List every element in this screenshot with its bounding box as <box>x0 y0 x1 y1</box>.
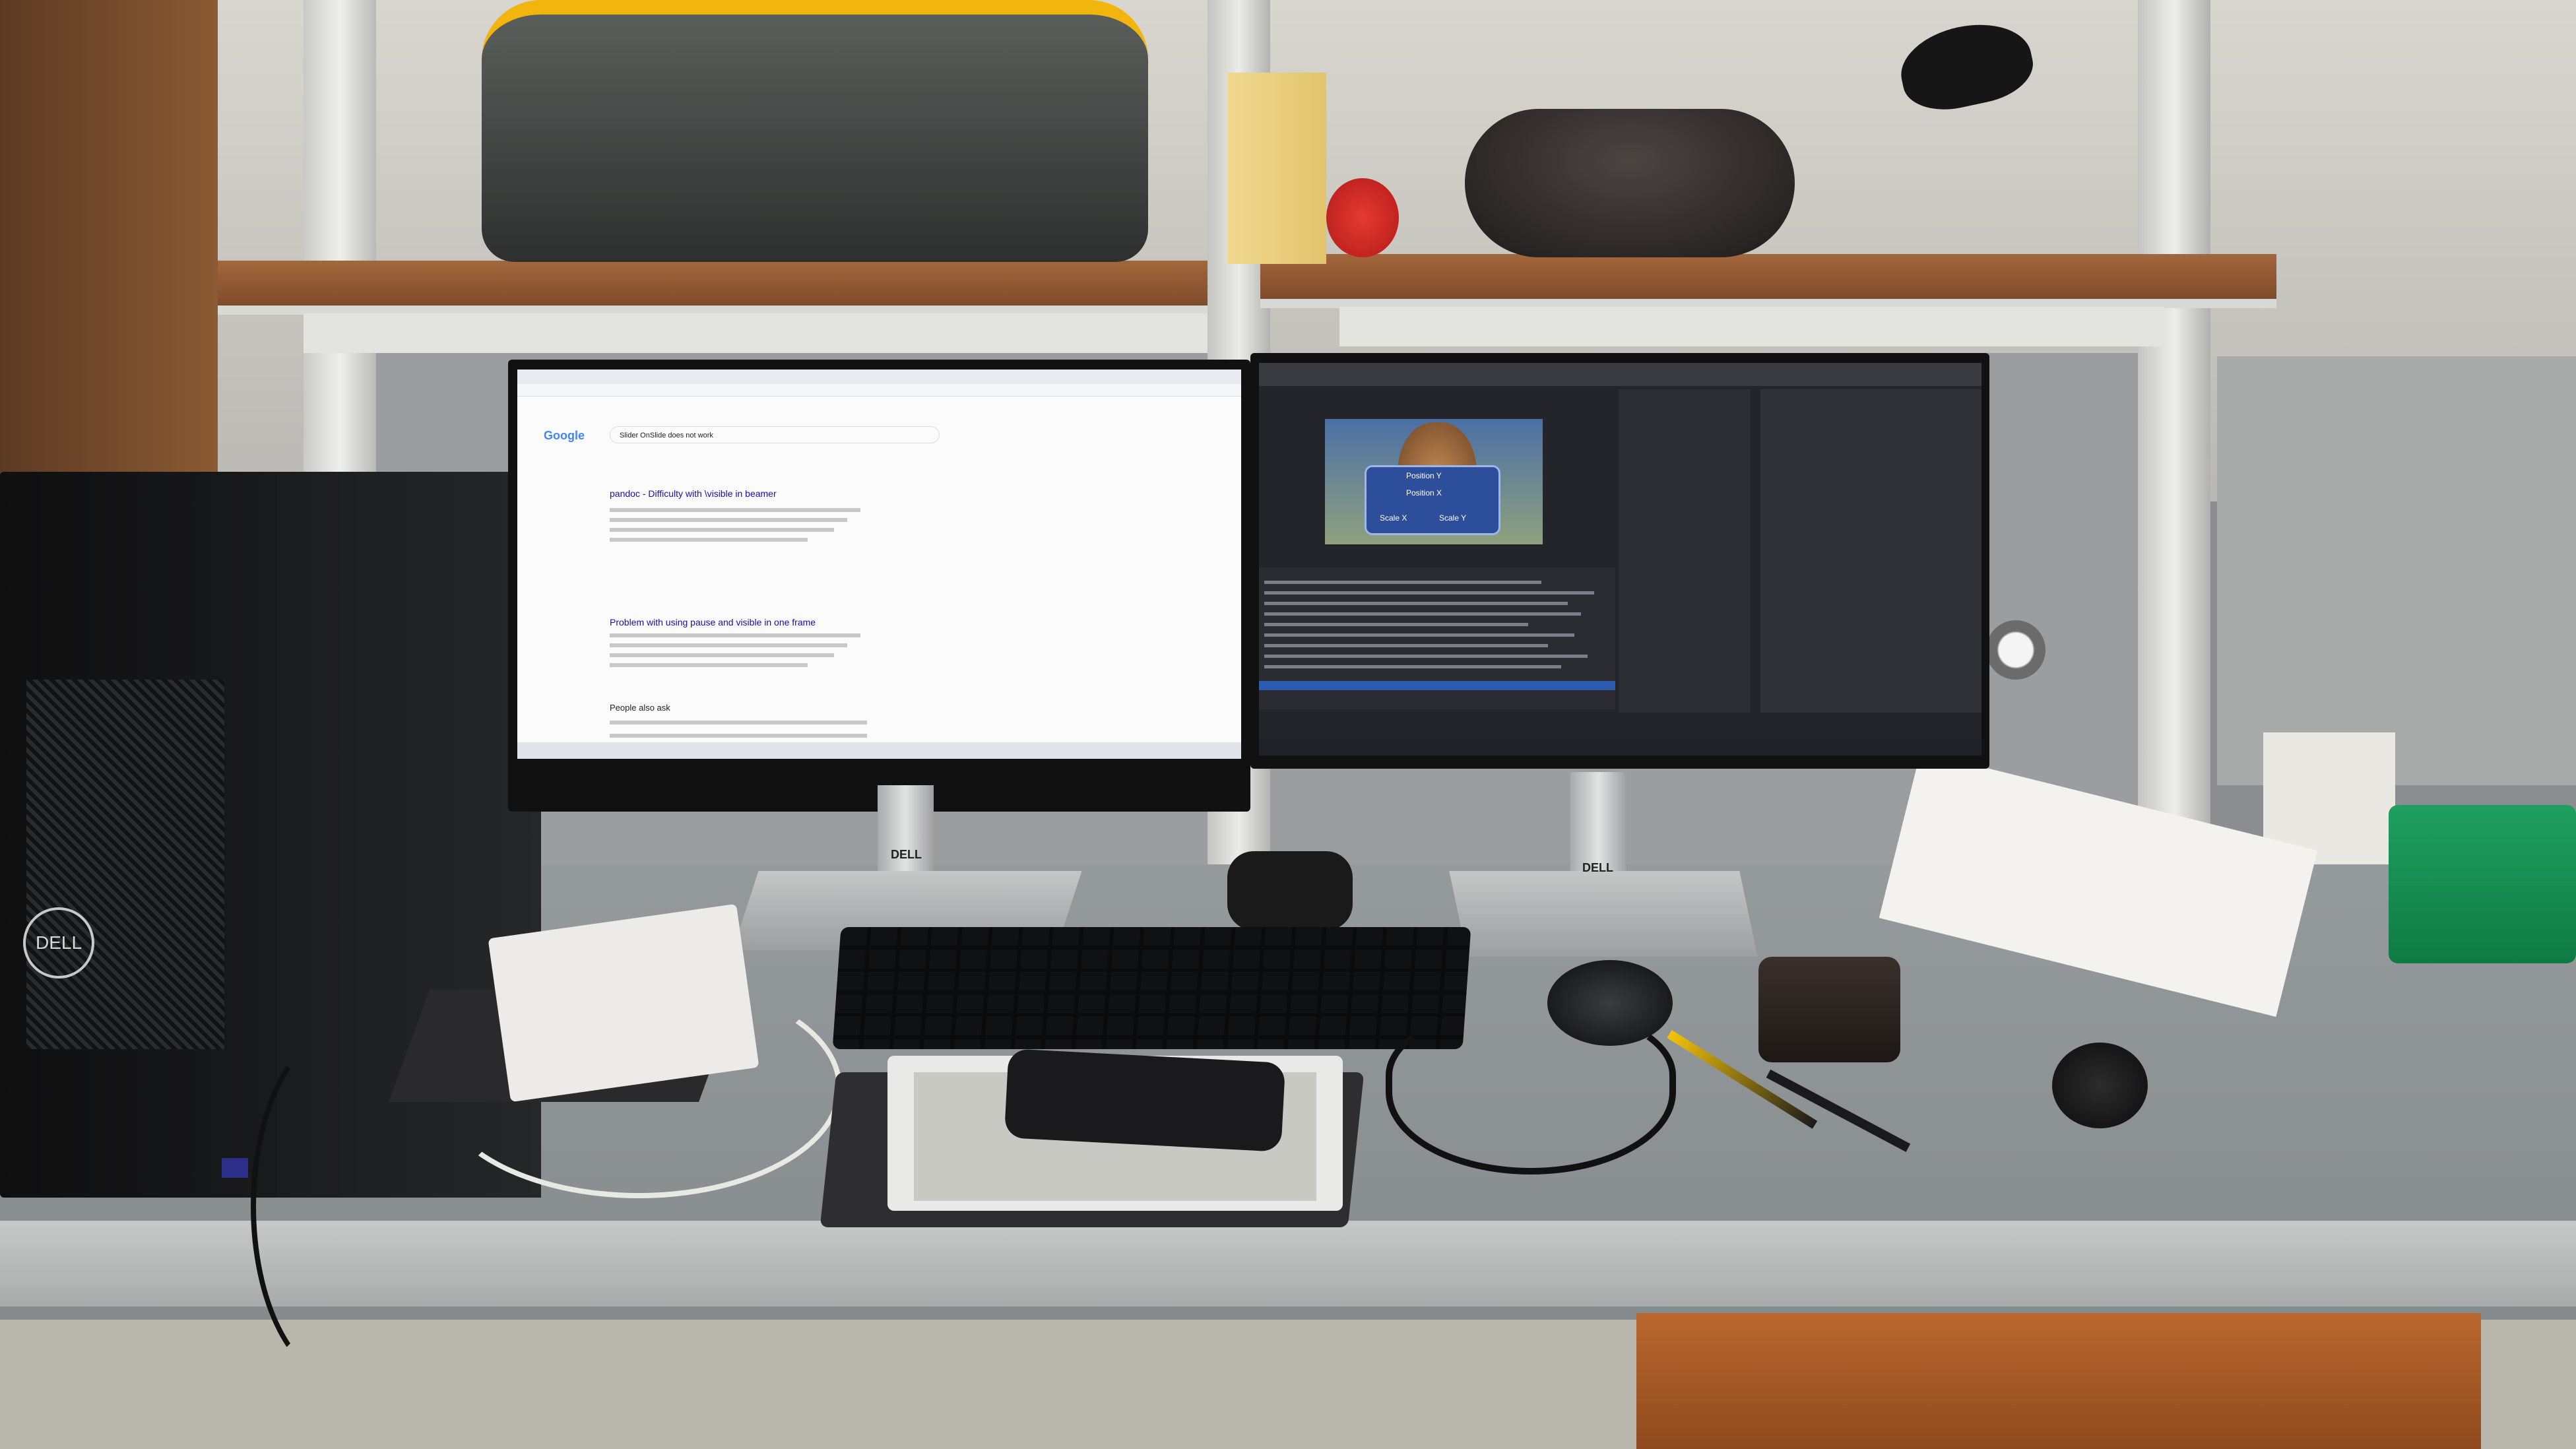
monitor-left-screen: Google Slider OnSlide does not work pand… <box>517 370 1241 759</box>
console-line <box>1264 655 1588 658</box>
console-line <box>1264 591 1594 595</box>
cardboard-box <box>1227 73 1326 264</box>
carry-bag <box>482 0 1148 262</box>
console-line <box>1264 644 1548 647</box>
monitor-left-logo: DELL <box>891 848 922 861</box>
tower-vents <box>26 680 224 1049</box>
people-also-ask-heading: People also ask <box>610 703 670 713</box>
shelf-lip-left <box>304 313 1208 353</box>
console-line <box>1264 665 1561 668</box>
result-snippet <box>610 643 847 647</box>
white-cable <box>435 977 842 1198</box>
monitor-right-logo: DELL <box>1582 861 1613 874</box>
scale-x-label: Scale X <box>1380 513 1407 523</box>
right-workbench <box>2217 356 2576 785</box>
wood-cabinet <box>0 0 218 515</box>
green-station <box>2389 805 2576 963</box>
position-x-label: Position X <box>1406 488 1442 498</box>
console-panel[interactable] <box>1259 567 1615 709</box>
monitor-right-base <box>1449 871 1758 957</box>
shelf-right <box>1260 254 2276 308</box>
search-input[interactable]: Slider OnSlide does not work <box>610 426 940 443</box>
slider-panel[interactable]: Position Y Position X Scale X Scale Y <box>1365 465 1500 535</box>
eyeglasses <box>1386 1010 1676 1175</box>
console-selected-line[interactable] <box>1259 681 1615 690</box>
earbuds-case <box>2052 1043 2148 1128</box>
vpro-badge <box>222 1158 248 1178</box>
monitor-right-screen: Position Y Position X Scale X Scale Y <box>1259 363 1981 756</box>
console-line <box>1264 602 1568 605</box>
editor-toolbar[interactable] <box>1259 363 1981 386</box>
result-title[interactable]: pandoc - Difficulty with \visible in bea… <box>610 488 777 499</box>
taskbar-left[interactable] <box>517 742 1241 759</box>
result-snippet <box>610 528 834 532</box>
result-snippet <box>610 538 808 542</box>
red-toy <box>1326 178 1399 257</box>
result-snippet <box>610 663 808 667</box>
usb-hub <box>1227 851 1353 930</box>
inspector-panel[interactable] <box>1760 389 1981 713</box>
result-snippet <box>610 508 860 512</box>
result-snippet <box>610 653 834 657</box>
wallet <box>1758 957 1900 1062</box>
shelf-lip-right <box>1339 307 2164 346</box>
paa-item[interactable] <box>610 734 867 738</box>
wood-drawer <box>1636 1313 2481 1449</box>
browser-address-bar[interactable] <box>517 384 1241 397</box>
result-snippet <box>610 518 847 522</box>
smartphone <box>1004 1048 1286 1152</box>
hierarchy-panel[interactable] <box>1619 389 1751 713</box>
pressure-gauge <box>1986 620 2045 680</box>
browser-tab-strip[interactable] <box>517 370 1241 384</box>
google-logo: Google <box>544 429 585 442</box>
result-title[interactable]: Problem with using pause and visible in … <box>610 617 816 628</box>
scale-y-label: Scale Y <box>1439 513 1467 523</box>
scene-view[interactable]: Position Y Position X Scale X Scale Y <box>1325 419 1543 544</box>
position-y-label: Position Y <box>1406 471 1442 480</box>
console-line <box>1264 623 1528 626</box>
keyboard <box>832 927 1471 1049</box>
console-line <box>1264 633 1574 637</box>
speaker-case <box>1465 109 1795 257</box>
shelf-left <box>218 261 1208 315</box>
paa-item[interactable] <box>610 721 867 724</box>
console-line <box>1264 581 1541 584</box>
taskbar-right[interactable] <box>1259 739 1981 756</box>
result-snippet <box>610 633 860 637</box>
tower-logo: DELL <box>23 907 94 979</box>
console-line <box>1264 612 1581 616</box>
